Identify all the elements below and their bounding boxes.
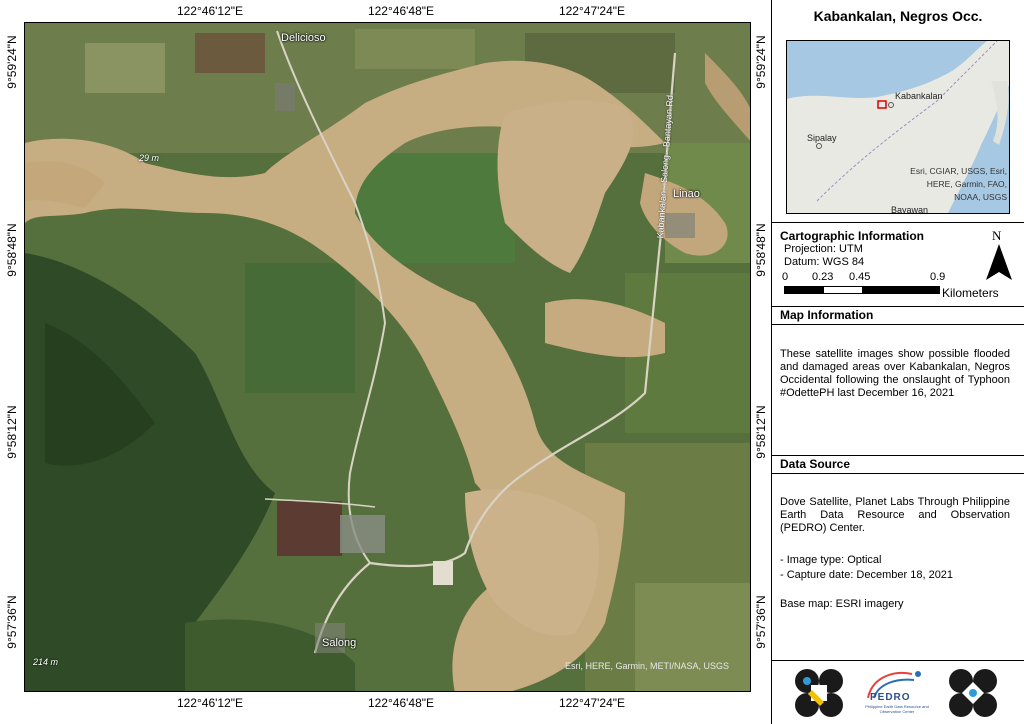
inset-label-sipalay: Sipalay (807, 133, 837, 143)
inset-attribution: Esri, CGIAR, USGS, Esri, HERE, Garmin, F… (910, 166, 1007, 202)
settlement-delicioso (275, 83, 295, 111)
map-frame: 122°46'12"E 122°46'48"E 122°47'24"E 122°… (0, 0, 772, 724)
capture-date-text: - Capture date: December 18, 2021 (780, 569, 954, 581)
map-attribution: Esri, HERE, Garmin, METI/NASA, USGS (565, 661, 730, 671)
north-arrow-icon: N (984, 228, 1014, 284)
lat-label-right-4: 9°57'36"N (754, 595, 768, 649)
scale-label-0: 0 (782, 271, 789, 283)
agency-logo-right-icon (949, 669, 997, 717)
side-panel: Kabankalan, Negros Occ. Kabankalan Sipal… (772, 0, 1024, 724)
lat-label-left-4: 9°57'36"N (5, 595, 19, 649)
lat-label-right-1: 9°59'24"N (754, 35, 768, 89)
data-source-text: Dove Satellite, Planet Labs Through Phil… (780, 496, 1010, 534)
inset-label-bayawan: Bayawan (891, 205, 929, 214)
divider (772, 306, 1024, 307)
field-patch (85, 43, 165, 93)
pedro-subtitle: Philippine Earth Data Resource and Obser… (865, 704, 929, 714)
lat-label-right-3: 9°58'12"N (754, 405, 768, 459)
projection-text: Projection: UTM (784, 243, 863, 255)
field-patch (277, 501, 342, 556)
field-patch (355, 29, 475, 69)
image-type-text: - Image type: Optical (780, 554, 882, 566)
divider (772, 455, 1024, 456)
settlement-linao (665, 213, 695, 238)
divider (772, 660, 1024, 661)
divider (772, 222, 1024, 223)
lon-label-bottom-2: 122°46'48"E (367, 696, 435, 710)
scale-segment (823, 287, 862, 293)
lon-label-top-3: 122°47'24"E (558, 4, 626, 18)
base-map-text: Base map: ESRI imagery (780, 598, 904, 610)
lat-label-left-2: 9°58'48"N (5, 223, 19, 277)
satellite-map[interactable]: Delicioso Linao Salong 29 m 214 m Kabank… (24, 22, 751, 692)
scale-label-023: 0.23 (812, 271, 834, 283)
lon-label-bottom-1: 122°46'12"E (176, 696, 244, 710)
satellite-image (25, 23, 750, 691)
divider (772, 473, 1024, 474)
data-source-heading: Data Source (780, 457, 851, 471)
lat-label-left-1: 9°59'24"N (5, 35, 19, 89)
field-patch (195, 33, 265, 73)
field-patch (245, 263, 355, 393)
lat-label-left-3: 9°58'12"N (5, 405, 19, 459)
pedro-logo: PEDRO Philippine Earth Data Resource and… (862, 668, 932, 718)
agency-logo-left-icon (795, 669, 843, 717)
place-label-delicioso: Delicioso (281, 32, 326, 44)
settlement-salong-center (340, 515, 385, 553)
scale-label-09: 0.9 (930, 271, 946, 283)
scale-segment (785, 287, 824, 293)
locator-inset-map[interactable]: Kabankalan Sipalay Bayawan Esri, CGIAR, … (786, 40, 1010, 214)
lat-label-right-2: 9°58'48"N (754, 223, 768, 277)
lon-label-top-2: 122°46'48"E (367, 4, 435, 18)
map-information-heading: Map Information (780, 308, 874, 322)
elevation-label-upper: 29 m (139, 153, 160, 163)
scale-bar (784, 286, 940, 294)
scale-label-045: 0.45 (849, 271, 871, 283)
map-information-text: These satellite images show possible flo… (780, 348, 1010, 399)
north-arrow-shape (986, 244, 1012, 280)
lon-label-top-1: 122°46'12"E (176, 4, 244, 18)
scale-segment (862, 287, 939, 293)
pedro-name: PEDRO (870, 692, 911, 703)
lon-label-bottom-3: 122°47'24"E (558, 696, 626, 710)
place-label-salong: Salong (322, 637, 357, 649)
place-label-linao: Linao (673, 188, 700, 200)
inset-label-kabankalan: Kabankalan (895, 91, 943, 101)
elevation-label-lower: 214 m (33, 657, 59, 667)
scale-unit: Kilometers (942, 286, 999, 300)
field-patch (635, 583, 750, 691)
cartographic-heading: Cartographic Information (780, 229, 925, 243)
panel-title: Kabankalan, Negros Occ. (813, 8, 983, 24)
divider (772, 324, 1024, 325)
datum-text: Datum: WGS 84 (784, 256, 865, 268)
building-cluster (433, 561, 453, 585)
north-label: N (992, 228, 1002, 243)
